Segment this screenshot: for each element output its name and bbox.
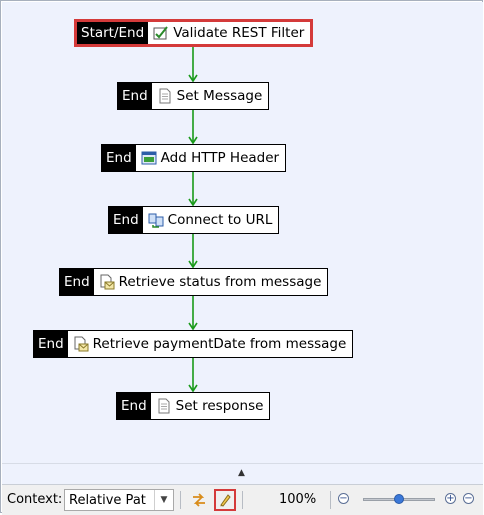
http-header-icon	[141, 150, 157, 166]
zoom-out-alt-icon[interactable]: −	[463, 493, 474, 504]
collapse-bar: ▲	[2, 463, 483, 484]
bottom-toolbar: Context: Relative Pat ▼ 100% − + −	[2, 484, 483, 515]
flow-node[interactable]: End Set Message	[117, 82, 270, 110]
context-select[interactable]: Relative Pat ▼	[64, 489, 174, 511]
swap-direction-button[interactable]	[188, 489, 210, 511]
flow-node[interactable]: End Set response	[116, 392, 271, 420]
context-label: Context:	[7, 492, 63, 507]
flow-node[interactable]: Start/End Validate REST Filter	[74, 19, 314, 47]
node-end-tag: End	[118, 83, 152, 109]
node-end-tag: End	[117, 393, 151, 419]
document-icon	[157, 88, 173, 104]
pencil-icon	[220, 494, 231, 507]
node-end-tag: End	[34, 331, 68, 357]
zoom-slider-thumb[interactable]	[394, 494, 404, 504]
context-select-value: Relative Pat	[69, 492, 146, 508]
node-end-tag: End	[109, 207, 143, 233]
validate-filter-icon	[153, 25, 169, 41]
flow-node[interactable]: End Connect to URL	[108, 206, 280, 234]
connect-url-icon	[148, 212, 164, 228]
toolbar-separator	[180, 491, 181, 509]
flow-node[interactable]: End Add HTTP Header	[101, 144, 287, 172]
retrieve-message-icon	[73, 336, 89, 352]
toolbar-separator	[330, 491, 331, 509]
node-label: Set response	[175, 398, 264, 414]
flow-node[interactable]: End Retrieve status from message	[59, 268, 329, 296]
chevron-down-icon[interactable]: ▼	[154, 490, 173, 510]
zoom-level: 100%	[279, 492, 317, 507]
flow-canvas[interactable]: Start/End Validate REST Filter End Set Mess…	[2, 2, 483, 463]
node-end-tag: Start/End	[77, 22, 149, 44]
node-label: Retrieve status from message	[118, 274, 322, 290]
collapse-arrow-icon[interactable]: ▲	[238, 468, 245, 478]
toolbar-separator	[242, 491, 243, 509]
zoom-out-icon[interactable]: −	[338, 493, 349, 504]
document-icon	[156, 398, 172, 414]
node-label: Set Message	[176, 88, 263, 104]
flow-editor-panel: Start/End Validate REST Filter End Set Mess…	[0, 0, 483, 515]
edit-mode-button[interactable]	[214, 489, 236, 511]
node-end-tag: End	[102, 145, 136, 171]
node-label: Add HTTP Header	[160, 150, 280, 166]
node-label: Connect to URL	[167, 212, 273, 228]
flow-node[interactable]: End Retrieve paymentDate from message	[33, 330, 354, 358]
swap-arrows-icon	[193, 493, 205, 507]
node-end-tag: End	[60, 269, 94, 295]
zoom-in-icon[interactable]: +	[445, 493, 456, 504]
node-label: Retrieve paymentDate from message	[92, 336, 347, 352]
retrieve-message-icon	[99, 274, 115, 290]
node-label: Validate REST Filter	[173, 25, 305, 41]
